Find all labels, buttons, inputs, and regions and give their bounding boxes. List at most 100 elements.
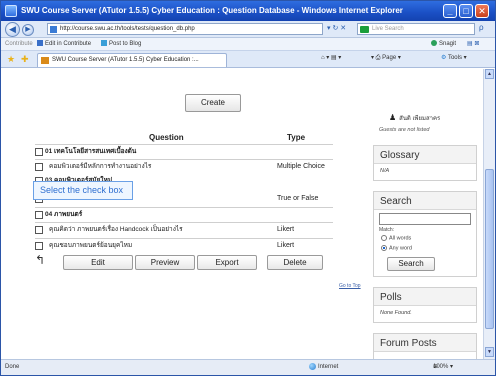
- live-search-icon: [360, 26, 369, 33]
- preview-button[interactable]: Preview: [135, 255, 195, 270]
- globe-icon: [309, 362, 316, 370]
- create-button[interactable]: Create: [185, 94, 241, 112]
- column-header-question[interactable]: Question: [149, 133, 184, 142]
- refresh-stop-icons[interactable]: ▾ ↻ ✕: [327, 24, 346, 32]
- post-to-blog-button[interactable]: Post to Blog: [101, 38, 141, 50]
- status-text: Done: [5, 364, 20, 370]
- question-type: Likert: [277, 226, 295, 233]
- go-to-top-link[interactable]: Go to Top: [339, 283, 361, 289]
- question-checkbox[interactable]: [35, 226, 43, 234]
- export-button[interactable]: Export: [197, 255, 257, 270]
- question-type: Multiple Choice: [277, 163, 325, 170]
- polls-title: Polls: [374, 288, 476, 306]
- search-title: Search: [374, 192, 476, 210]
- sidebar-search-button[interactable]: Search: [387, 257, 435, 271]
- page-menu[interactable]: ▾ ⎙ Page ▾: [371, 54, 401, 62]
- question-text[interactable]: คุณชอบภาพยนตร์ย้อนยุคไหม: [49, 240, 132, 252]
- vertical-scrollbar[interactable]: ▲ ▼: [483, 69, 495, 359]
- category-checkbox[interactable]: [35, 148, 43, 156]
- address-bar: ◀ ▶ http://course.swu.ac.th/tools/tests/…: [1, 21, 495, 38]
- guests-note: Guests are not listed: [379, 127, 430, 133]
- window-title: SWU Course Server (ATutor 1.5.5) Cyber E…: [21, 6, 403, 15]
- category-label: 04 ภาพยนตร์: [45, 211, 83, 218]
- title-bar: SWU Course Server (ATutor 1.5.5) Cyber E…: [1, 1, 495, 21]
- edit-button[interactable]: Edit: [63, 255, 133, 270]
- polls-block: Polls None Found.: [373, 287, 477, 323]
- table-row: คุณคิดว่า ภาพยนตร์เรื่อง Handcock เป็นอย…: [35, 224, 333, 238]
- minimize-button[interactable]: _: [443, 4, 457, 18]
- close-button[interactable]: ✕: [475, 4, 489, 18]
- radio-all-words[interactable]: [381, 235, 387, 241]
- question-checkbox[interactable]: [35, 242, 43, 250]
- browser-window: SWU Course Server (ATutor 1.5.5) Cyber E…: [0, 0, 496, 376]
- ie-app-icon: [5, 5, 17, 17]
- gear-icon: ⚙: [441, 55, 447, 61]
- blog-icon: [101, 40, 107, 47]
- search-go-icon[interactable]: ρ: [479, 23, 484, 32]
- category-row: 01 เทคโนโลยีสารสนเทศเบื้องต้น: [35, 146, 333, 160]
- zoom-level[interactable]: ⊕ 100% ▾: [433, 360, 453, 375]
- table-row: คุณชอบภาพยนตร์ย้อนยุคไหม Likert: [35, 240, 333, 254]
- all-words-option[interactable]: All words: [381, 235, 411, 241]
- tab-title: SWU Course Server (ATutor 1.5.5) Cyber E…: [52, 57, 199, 63]
- glossary-title: Glossary: [374, 146, 476, 164]
- live-search-input[interactable]: Live Search: [357, 23, 475, 35]
- select-checkbox-tooltip: Select the check box: [33, 181, 133, 200]
- row-divider: [35, 238, 333, 239]
- maximize-button[interactable]: □: [459, 4, 473, 18]
- url-input[interactable]: http://course.swu.ac.th/tools/tests/ques…: [47, 23, 323, 35]
- question-text[interactable]: คอมพิวเตอร์มีหลักการทำงานอย่างไร: [49, 161, 151, 173]
- row-divider: [35, 207, 333, 208]
- match-label: Match:: [379, 227, 395, 233]
- zoom-icon: ⊕: [433, 364, 439, 370]
- column-header-type[interactable]: Type: [287, 133, 305, 142]
- forum-posts-title: Forum Posts: [374, 334, 476, 352]
- row-divider: [35, 159, 333, 160]
- contribute-label: Contribute: [5, 41, 33, 47]
- select-arrow-icon: ↰: [35, 253, 46, 267]
- snagit-icon: [431, 40, 437, 47]
- row-divider: [35, 222, 333, 223]
- scroll-up-icon[interactable]: ▲: [485, 69, 494, 79]
- tab-page-icon: [41, 57, 49, 64]
- any-word-option[interactable]: Any word: [381, 245, 412, 251]
- search-placeholder: Live Search: [372, 26, 404, 32]
- links-bar: Contribute Edit in Contribute Post to Bl…: [1, 38, 495, 51]
- glossary-block: Glossary N/A: [373, 145, 477, 181]
- snagit-button[interactable]: Snagit: [431, 38, 456, 50]
- back-button[interactable]: ◀: [5, 22, 20, 37]
- question-type: Likert: [277, 242, 295, 249]
- home-feeds-icons[interactable]: ⌂ ▾ ▤ ▾: [321, 54, 341, 61]
- delete-button[interactable]: Delete: [267, 255, 323, 270]
- category-checkbox[interactable]: [35, 211, 43, 219]
- url-text: http://course.swu.ac.th/tools/tests/ques…: [60, 26, 195, 32]
- header-divider: [35, 144, 333, 145]
- question-type: True or False: [277, 195, 319, 202]
- page-content: Create Question Type 01 เทคโนโลยีสารสนเท…: [1, 69, 483, 359]
- edit-in-contribute-button[interactable]: Edit in Contribute: [37, 38, 91, 50]
- table-row: คอมพิวเตอร์มีหลักการทำงานอย่างไร Multipl…: [35, 161, 333, 175]
- category-label: 01 เทคโนโลยีสารสนเทศเบื้องต้น: [45, 148, 137, 155]
- snagit-extra-icons[interactable]: ▤ ⊠: [467, 38, 479, 50]
- forum-posts-block: Forum Posts: [373, 333, 477, 359]
- polls-text: None Found.: [380, 310, 412, 316]
- scroll-down-icon[interactable]: ▼: [485, 347, 494, 357]
- browser-tab[interactable]: SWU Course Server (ATutor 1.5.5) Cyber E…: [37, 53, 227, 67]
- tools-menu[interactable]: ⚙ Tools ▾: [441, 54, 467, 61]
- favorites-star-icon[interactable]: ★: [7, 54, 15, 65]
- add-favorites-icon[interactable]: ✚: [21, 54, 29, 65]
- scroll-thumb[interactable]: [485, 169, 494, 329]
- online-user[interactable]: ♟ สันติ เพียมสาคร: [389, 113, 440, 123]
- user-icon: ♟: [389, 113, 397, 122]
- contribute-icon: [37, 40, 43, 47]
- security-zone: Internet: [309, 360, 338, 375]
- page-icon: [50, 26, 57, 33]
- status-bar: Done Internet ⊕ 100% ▾: [1, 359, 495, 375]
- question-checkbox[interactable]: [35, 163, 43, 171]
- sidebar-search-input[interactable]: [379, 213, 471, 225]
- radio-any-word[interactable]: [381, 245, 387, 251]
- tab-bar: ★ ✚ SWU Course Server (ATutor 1.5.5) Cyb…: [1, 51, 495, 68]
- question-text[interactable]: คุณคิดว่า ภาพยนตร์เรื่อง Handcock เป็นอย…: [49, 224, 183, 236]
- forward-button[interactable]: ▶: [22, 24, 34, 36]
- glossary-text: N/A: [380, 168, 390, 174]
